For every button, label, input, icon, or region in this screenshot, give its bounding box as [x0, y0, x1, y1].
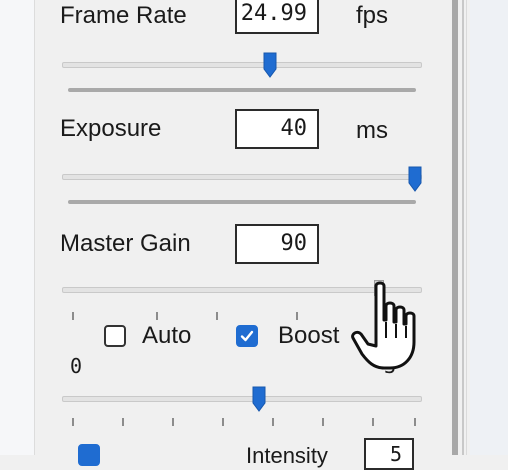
left-gutter [0, 0, 34, 455]
check-icon [240, 330, 254, 342]
exposure-slider-thumb[interactable] [408, 166, 422, 192]
slider-tick [414, 418, 416, 426]
boost-checkbox[interactable] [236, 325, 258, 347]
gain-scale-min-label: 0 [70, 354, 83, 378]
auto-label: Auto [142, 322, 192, 349]
slider-tick [272, 418, 274, 426]
bottom-checkbox[interactable] [78, 444, 100, 466]
gain-scale-slider-track[interactable] [62, 396, 422, 402]
hand-pointer-cursor-icon [351, 281, 416, 370]
slider-tick [122, 418, 124, 426]
slider-tick [72, 418, 74, 426]
auto-checkbox[interactable] [104, 325, 126, 347]
slider-tick [222, 418, 224, 426]
frame-divider [462, 0, 464, 455]
panel-edge [34, 0, 35, 455]
splitter-bar[interactable] [452, 0, 458, 455]
intensity-label: Intensity [246, 443, 328, 468]
intensity-input[interactable]: 5 [364, 438, 414, 470]
exposure-slider-track[interactable] [62, 174, 422, 180]
frame-divider-light [466, 0, 467, 455]
slider-tick [156, 312, 158, 320]
master-gain-input[interactable]: 90 [235, 224, 319, 264]
slider-tick [322, 418, 324, 426]
exposure-slider-base [68, 200, 416, 204]
exposure-unit: ms [356, 117, 388, 144]
exposure-label: Exposure [60, 115, 162, 142]
slider-tick [296, 312, 298, 320]
master-gain-label: Master Gain [60, 230, 191, 257]
frame-rate-label: Frame Rate [60, 2, 187, 29]
frame-background [470, 0, 508, 455]
frame-rate-input[interactable]: 24.99 [235, 0, 319, 34]
frame-rate-slider-thumb[interactable] [263, 52, 277, 78]
frame-rate-unit: fps [356, 2, 389, 29]
frame-rate-slider-track[interactable] [62, 62, 422, 68]
frame-rate-slider-base [68, 88, 416, 92]
boost-label: Boost [278, 322, 340, 349]
slider-tick [372, 418, 374, 426]
slider-tick [216, 312, 218, 320]
slider-tick [172, 418, 174, 426]
slider-tick [72, 312, 74, 320]
gain-scale-slider-thumb[interactable] [252, 386, 266, 412]
exposure-input[interactable]: 40 [235, 109, 319, 149]
